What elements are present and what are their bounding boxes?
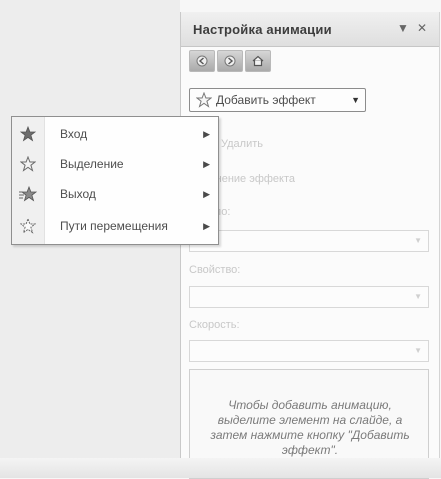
pane-options-dropdown-icon[interactable]: ▼ bbox=[397, 21, 409, 35]
add-effect-label: Добавить эффект bbox=[216, 93, 316, 107]
chevron-down-icon: ▼ bbox=[351, 95, 360, 105]
menu-item-label: Выход bbox=[60, 187, 96, 201]
star-entrance-icon bbox=[12, 126, 44, 142]
home-icon bbox=[252, 55, 264, 67]
chevron-down-icon: ▼ bbox=[414, 346, 422, 355]
start-select[interactable]: ▼ bbox=[189, 230, 429, 252]
home-button[interactable] bbox=[245, 50, 271, 72]
menu-item-label: Выделение bbox=[60, 157, 124, 171]
property-select[interactable]: ▼ bbox=[189, 286, 429, 308]
status-bar bbox=[0, 458, 441, 478]
speed-label: Скорость: bbox=[189, 319, 240, 331]
star-emphasis-icon bbox=[12, 156, 44, 172]
motion-path-star-icon bbox=[12, 218, 44, 234]
star-exit-icon bbox=[12, 186, 44, 202]
close-icon[interactable]: ✕ bbox=[417, 21, 427, 35]
back-button[interactable] bbox=[189, 50, 215, 72]
menu-item-entrance[interactable]: Вход ▶ bbox=[12, 119, 218, 149]
menu-item-exit[interactable]: Выход ▶ bbox=[12, 179, 218, 209]
chevron-down-icon: ▼ bbox=[414, 292, 422, 301]
hint-text: Чтобы добавить анимацию, выделите элемен… bbox=[210, 398, 410, 457]
back-arrow-icon bbox=[196, 55, 208, 67]
submenu-arrow-icon: ▶ bbox=[203, 188, 210, 199]
pane-header: Настройка анимации ▼ ✕ bbox=[181, 12, 439, 47]
remove-button[interactable]: Удалить bbox=[221, 138, 263, 150]
add-effect-menu: Вход ▶ Выделение ▶ Выход ▶ Пути перемеще… bbox=[11, 116, 219, 245]
forward-arrow-icon bbox=[224, 55, 236, 67]
speed-select[interactable]: ▼ bbox=[189, 340, 429, 362]
pane-nav-toolbar bbox=[189, 50, 273, 72]
star-icon bbox=[196, 92, 212, 108]
submenu-arrow-icon: ▶ bbox=[203, 158, 210, 169]
submenu-arrow-icon: ▶ bbox=[203, 128, 210, 139]
menu-item-label: Пути перемещения bbox=[60, 219, 168, 233]
chevron-down-icon: ▼ bbox=[414, 236, 422, 245]
custom-animation-pane: Настройка анимации ▼ ✕ Добавить эффект ▼… bbox=[180, 12, 440, 479]
property-label: Свойство: bbox=[189, 264, 241, 276]
forward-button[interactable] bbox=[217, 50, 243, 72]
menu-item-motion-paths[interactable]: Пути перемещения ▶ bbox=[12, 211, 218, 241]
pane-title: Настройка анимации bbox=[193, 22, 332, 37]
submenu-arrow-icon: ▶ bbox=[203, 220, 210, 231]
menu-item-label: Вход bbox=[60, 127, 88, 141]
menu-item-emphasis[interactable]: Выделение ▶ bbox=[12, 149, 218, 179]
add-effect-button[interactable]: Добавить эффект ▼ bbox=[189, 88, 366, 112]
